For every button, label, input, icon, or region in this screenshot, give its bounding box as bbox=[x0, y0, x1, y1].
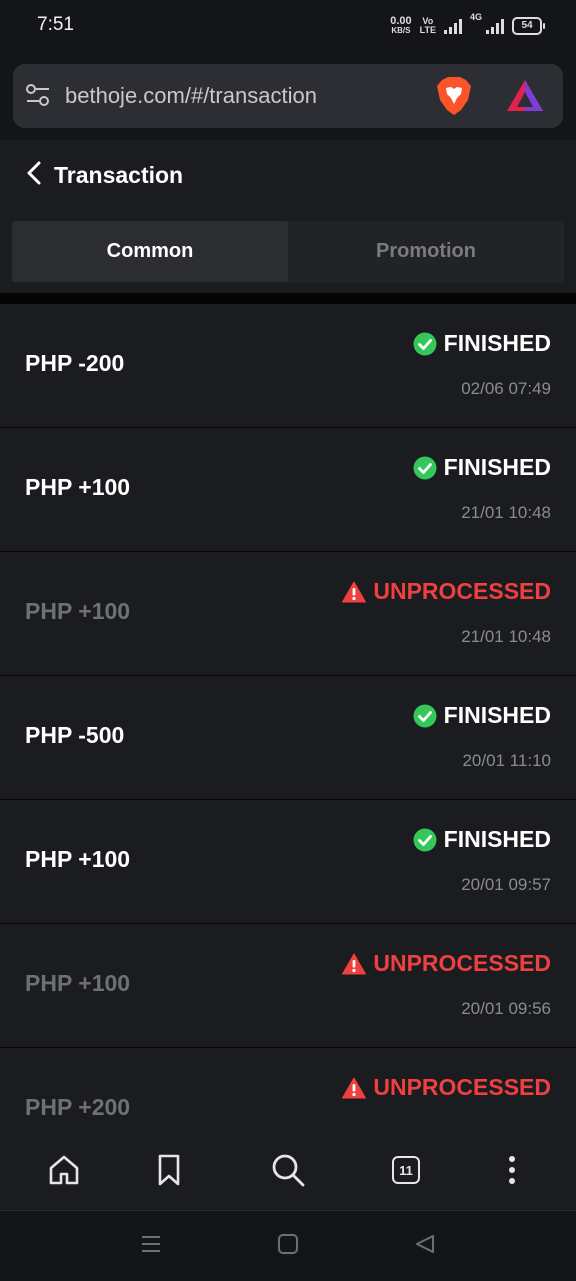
signal-icon-2 bbox=[486, 18, 504, 34]
transaction-row[interactable]: PHP +100 FINISHED 20/01 09:57 bbox=[0, 800, 576, 924]
tab-promotion[interactable]: Promotion bbox=[288, 221, 564, 282]
back-system-icon[interactable] bbox=[414, 1233, 436, 1260]
warning-triangle-icon bbox=[342, 581, 367, 603]
back-button[interactable]: Transaction bbox=[24, 160, 183, 191]
transaction-amount: PHP -200 bbox=[25, 350, 125, 376]
status-label: FINISHED bbox=[443, 454, 551, 480]
url-text[interactable]: bethoje.com/#/transaction bbox=[65, 83, 317, 109]
transaction-date: 20/01 11:10 bbox=[462, 751, 551, 770]
transaction-row[interactable]: PHP +200 UNPROCESSED bbox=[0, 1048, 576, 1130]
bookmark-icon bbox=[158, 1154, 180, 1186]
warning-triangle-icon bbox=[342, 953, 367, 975]
warning-triangle-icon bbox=[342, 1077, 367, 1099]
transaction-amount: PHP +100 bbox=[25, 846, 131, 872]
status-label: FINISHED bbox=[443, 826, 551, 852]
status-label: FINISHED bbox=[443, 330, 551, 356]
tab-bar: Common Promotion bbox=[12, 221, 564, 282]
status-time: 7:51 bbox=[37, 14, 74, 35]
menu-button[interactable] bbox=[494, 1152, 530, 1188]
transaction-status: UNPROCESSED bbox=[342, 950, 551, 977]
transaction-row[interactable]: PHP -500 FINISHED 20/01 11:10 bbox=[0, 676, 576, 800]
status-icons: 0.00 KB/S Vo LTE 4G 54 bbox=[390, 12, 545, 40]
transaction-date: 20/01 09:56 bbox=[461, 999, 551, 1018]
tab-count-icon[interactable]: 11 bbox=[392, 1156, 420, 1184]
transaction-amount: PHP +100 bbox=[25, 474, 131, 500]
signal-icon bbox=[443, 18, 462, 34]
status-label: UNPROCESSED bbox=[373, 950, 551, 976]
browser-bottom-nav: 11 bbox=[0, 1130, 576, 1210]
transaction-row[interactable]: PHP +100 UNPROCESSED 21/01 10:48 bbox=[0, 552, 576, 676]
brave-lion-icon[interactable] bbox=[435, 76, 473, 121]
status-bar: 7:51 0.00 KB/S Vo LTE 4G 54 bbox=[0, 0, 576, 56]
transaction-date: 02/06 07:49 bbox=[461, 379, 551, 398]
check-circle-icon bbox=[413, 456, 437, 480]
transaction-status: UNPROCESSED bbox=[342, 1074, 551, 1101]
tabs-button[interactable]: 11 bbox=[388, 1152, 424, 1188]
transaction-status: UNPROCESSED bbox=[342, 578, 551, 605]
transaction-row[interactable]: PHP +100 FINISHED 21/01 10:48 bbox=[0, 428, 576, 552]
tune-icon[interactable] bbox=[25, 82, 51, 113]
address-bar[interactable]: bethoje.com/#/transaction bbox=[13, 64, 563, 128]
status-label: UNPROCESSED bbox=[373, 578, 551, 604]
transaction-date: 20/01 09:57 bbox=[461, 875, 551, 894]
transaction-date: 21/01 10:48 bbox=[461, 627, 551, 646]
home-button[interactable] bbox=[46, 1152, 82, 1188]
volte-icon: Vo LTE bbox=[419, 16, 436, 35]
check-circle-icon bbox=[413, 332, 437, 356]
page-title: Transaction bbox=[54, 162, 184, 188]
recents-icon[interactable] bbox=[140, 1233, 162, 1260]
battery-icon: 54 bbox=[512, 17, 545, 35]
transaction-row[interactable]: PHP -200 FINISHED 02/06 07:49 bbox=[0, 304, 576, 428]
transaction-amount: PHP +200 bbox=[25, 1094, 131, 1120]
brave-rewards-icon[interactable] bbox=[505, 78, 545, 119]
search-icon bbox=[272, 1154, 305, 1187]
net-speed: 0.00 KB/S bbox=[390, 15, 412, 36]
network-type: 4G bbox=[469, 12, 482, 22]
transaction-list: PHP -200 FINISHED 02/06 07:49 PHP +100 FINIS… bbox=[0, 304, 576, 1130]
transaction-status: FINISHED bbox=[413, 826, 551, 853]
transaction-status: FINISHED bbox=[413, 330, 551, 357]
chevron-left-icon[interactable] bbox=[24, 160, 44, 191]
check-circle-icon bbox=[413, 704, 437, 728]
transaction-amount: PHP +100 bbox=[25, 970, 131, 996]
system-nav-bar bbox=[0, 1210, 576, 1281]
transaction-amount: PHP -500 bbox=[25, 722, 125, 748]
transaction-date: 21/01 10:48 bbox=[461, 503, 551, 522]
status-label: FINISHED bbox=[443, 702, 551, 728]
status-label: UNPROCESSED bbox=[373, 1074, 551, 1100]
bookmark-button[interactable] bbox=[151, 1152, 187, 1188]
divider bbox=[0, 293, 576, 304]
home-icon bbox=[49, 1155, 79, 1185]
more-vertical-icon bbox=[509, 1156, 515, 1184]
tab-common[interactable]: Common bbox=[12, 221, 288, 282]
home-system-icon[interactable] bbox=[277, 1233, 299, 1260]
transaction-row[interactable]: PHP +100 UNPROCESSED 20/01 09:56 bbox=[0, 924, 576, 1048]
search-button[interactable] bbox=[270, 1152, 306, 1188]
transaction-status: FINISHED bbox=[413, 454, 551, 481]
transaction-amount: PHP +100 bbox=[25, 598, 131, 624]
transaction-status: FINISHED bbox=[413, 702, 551, 729]
check-circle-icon bbox=[413, 828, 437, 852]
page-header: Transaction Common Promotion bbox=[0, 140, 576, 300]
